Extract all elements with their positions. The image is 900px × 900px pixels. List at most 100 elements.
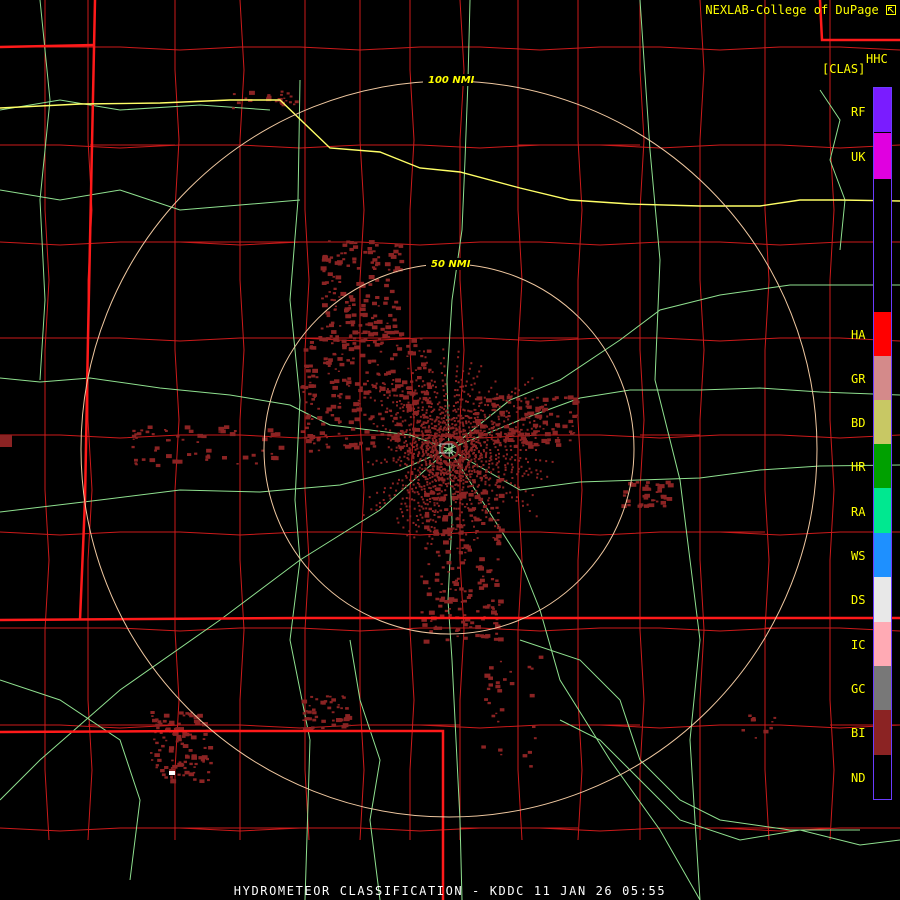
echo-pixel: [428, 446, 431, 449]
echo-pixel: [322, 337, 328, 342]
echo-pixel: [306, 439, 312, 444]
echo-pixel: [412, 427, 417, 431]
legend-swatch-rf: [874, 88, 891, 132]
echo-pixel: [417, 478, 420, 481]
echo-pixel: [475, 530, 479, 533]
county-line: [359, 0, 365, 841]
echo-pixel: [769, 726, 773, 730]
echo-pixel: [444, 421, 446, 424]
echo-pixel: [367, 461, 370, 464]
echo-pixel: [458, 437, 461, 440]
legend-swatch-nd: [874, 755, 891, 799]
echo-pixel: [420, 390, 424, 393]
echo-pixel: [460, 378, 463, 381]
echo-pixel: [323, 357, 328, 361]
echo-pixel: [554, 439, 561, 443]
echo-pixel: [401, 406, 404, 409]
echo-pixel: [496, 541, 502, 546]
echo-pixel: [425, 411, 428, 414]
echo-pixel: [445, 423, 448, 426]
echo-pixel: [392, 457, 395, 460]
echo-pixel: [308, 705, 311, 707]
echo-pixel: [330, 414, 335, 417]
echo-pixel: [357, 399, 361, 402]
echo-pixel: [132, 438, 135, 440]
echo-pixel: [375, 508, 378, 511]
echo-pixel: [136, 432, 142, 436]
echo-pixel: [562, 424, 568, 429]
echo-pixel: [505, 449, 508, 451]
echo-pixel: [455, 507, 458, 510]
echo-pixel: [484, 476, 488, 479]
echo-pixel: [522, 504, 524, 507]
echo-pixel: [392, 379, 395, 381]
echo-pixel: [572, 414, 577, 418]
echo-pixel: [396, 482, 399, 485]
echo-pixel: [151, 715, 154, 717]
echo-pixel: [457, 466, 459, 469]
echo-pixel: [430, 442, 432, 444]
echo-pixel: [478, 402, 482, 405]
echo-pixel: [329, 380, 335, 384]
echo-pixel: [473, 469, 476, 472]
echo-pixel: [453, 461, 456, 464]
echo-pixel: [307, 434, 314, 438]
echo-pixel: [489, 569, 493, 572]
echo-pixel: [476, 416, 479, 419]
echo-pixel: [397, 521, 400, 524]
echo-pixel: [429, 461, 431, 464]
echo-pixel: [444, 374, 446, 377]
echo-pixel: [442, 385, 445, 388]
echo-pixel: [424, 460, 427, 463]
echo-pixel: [526, 503, 529, 506]
echo-pixel: [131, 434, 137, 438]
echo-pixel: [372, 384, 377, 388]
echo-pixel: [494, 380, 497, 383]
echo-pixel: [177, 722, 181, 725]
echo-pixel: [521, 500, 524, 503]
echo-pixel: [330, 404, 337, 409]
echo-pixel: [394, 330, 399, 334]
echo-pixel: [191, 755, 197, 760]
echo-pixel: [334, 379, 340, 384]
echo-pixel: [433, 497, 438, 501]
echo-pixel: [462, 519, 465, 522]
echo-pixel: [393, 416, 398, 420]
echo-pixel: [417, 519, 420, 521]
echo-pixel: [426, 481, 429, 484]
echo-pixel: [428, 435, 431, 437]
echo-pixel: [414, 389, 417, 392]
echo-pixel: [426, 592, 432, 597]
echo-pixel: [395, 489, 398, 492]
echo-pixel: [321, 281, 327, 285]
echo-pixel: [479, 578, 485, 583]
echo-pixel: [307, 717, 312, 721]
echo-pixel: [343, 252, 347, 255]
echo-pixel: [527, 416, 531, 419]
echo-pixel: [352, 357, 355, 360]
echo-pixel: [474, 409, 477, 411]
echo-pixel: [450, 474, 453, 477]
echo-pixel: [390, 448, 393, 451]
echo-pixel: [489, 666, 494, 670]
echo-pixel: [644, 493, 650, 498]
echo-pixel: [432, 384, 434, 387]
echo-pixel: [438, 401, 441, 404]
echo-pixel: [184, 425, 191, 430]
echo-pixel: [752, 718, 756, 722]
echo-pixel: [334, 417, 340, 422]
echo-pixel: [175, 740, 179, 743]
echo-pixel: [155, 741, 159, 745]
echo-pixel: [412, 521, 415, 524]
echo-pixel: [316, 439, 320, 442]
echo-pixel: [424, 514, 430, 518]
echo-pixel: [418, 385, 420, 387]
echo-pixel: [453, 507, 456, 510]
echo-pixel: [392, 318, 397, 322]
echo-pixel: [485, 443, 488, 446]
legend-label-ha: HA: [851, 328, 866, 342]
echo-pixel: [498, 604, 501, 606]
echo-pixel: [482, 464, 485, 466]
echo-pixel: [397, 458, 400, 461]
echo-pixel: [372, 445, 377, 448]
